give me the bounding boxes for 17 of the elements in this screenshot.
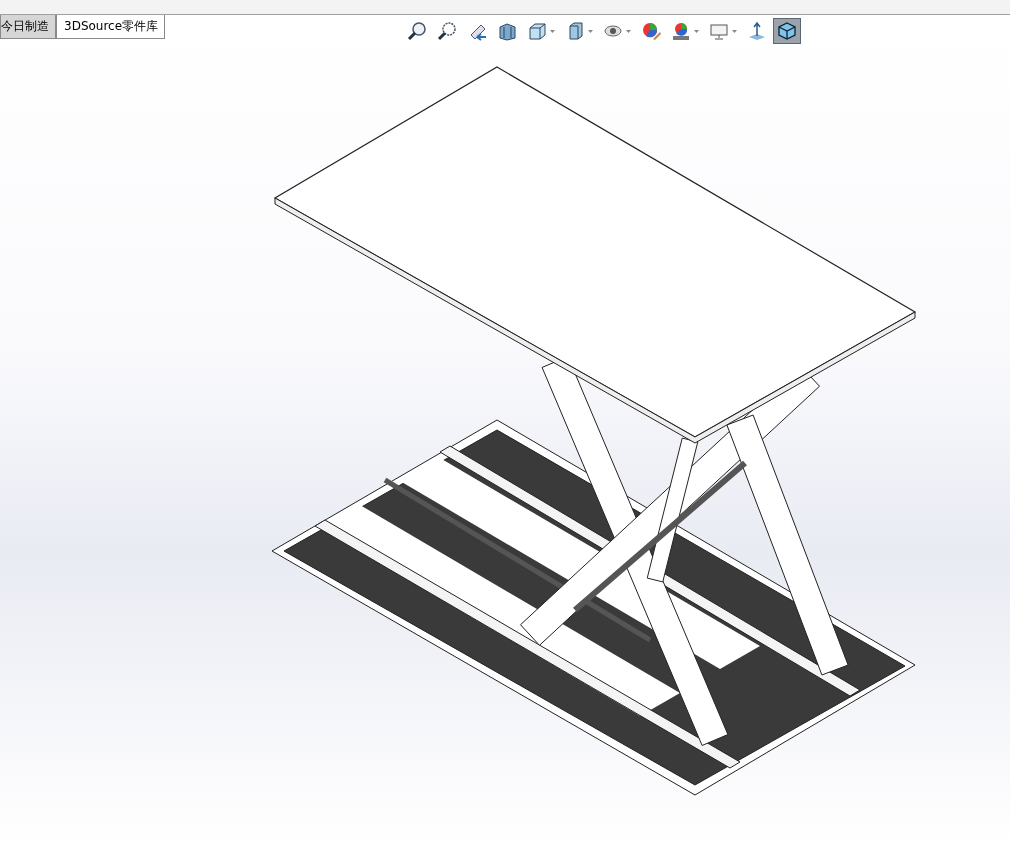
box-icon: [527, 21, 547, 41]
magnifier-icon: [437, 21, 457, 41]
magnifier-icon: [407, 21, 427, 41]
tab[interactable]: 3DSource零件库: [56, 15, 166, 39]
toolbar-button[interactable]: [773, 18, 801, 44]
caret-icon: [626, 29, 631, 33]
color-ball-pencil-icon: [641, 21, 661, 41]
caret-icon: [588, 29, 593, 33]
color-ball-icon: [671, 21, 691, 41]
monitor-icon: [709, 21, 729, 41]
caret-icon: [550, 29, 555, 33]
caret-icon: [732, 29, 737, 33]
tab[interactable]: 今日制造: [0, 15, 56, 39]
caret-icon: [694, 29, 699, 33]
cube-icon: [777, 21, 797, 41]
arrow-plane-icon: [747, 21, 767, 41]
section-icon: [497, 21, 517, 41]
